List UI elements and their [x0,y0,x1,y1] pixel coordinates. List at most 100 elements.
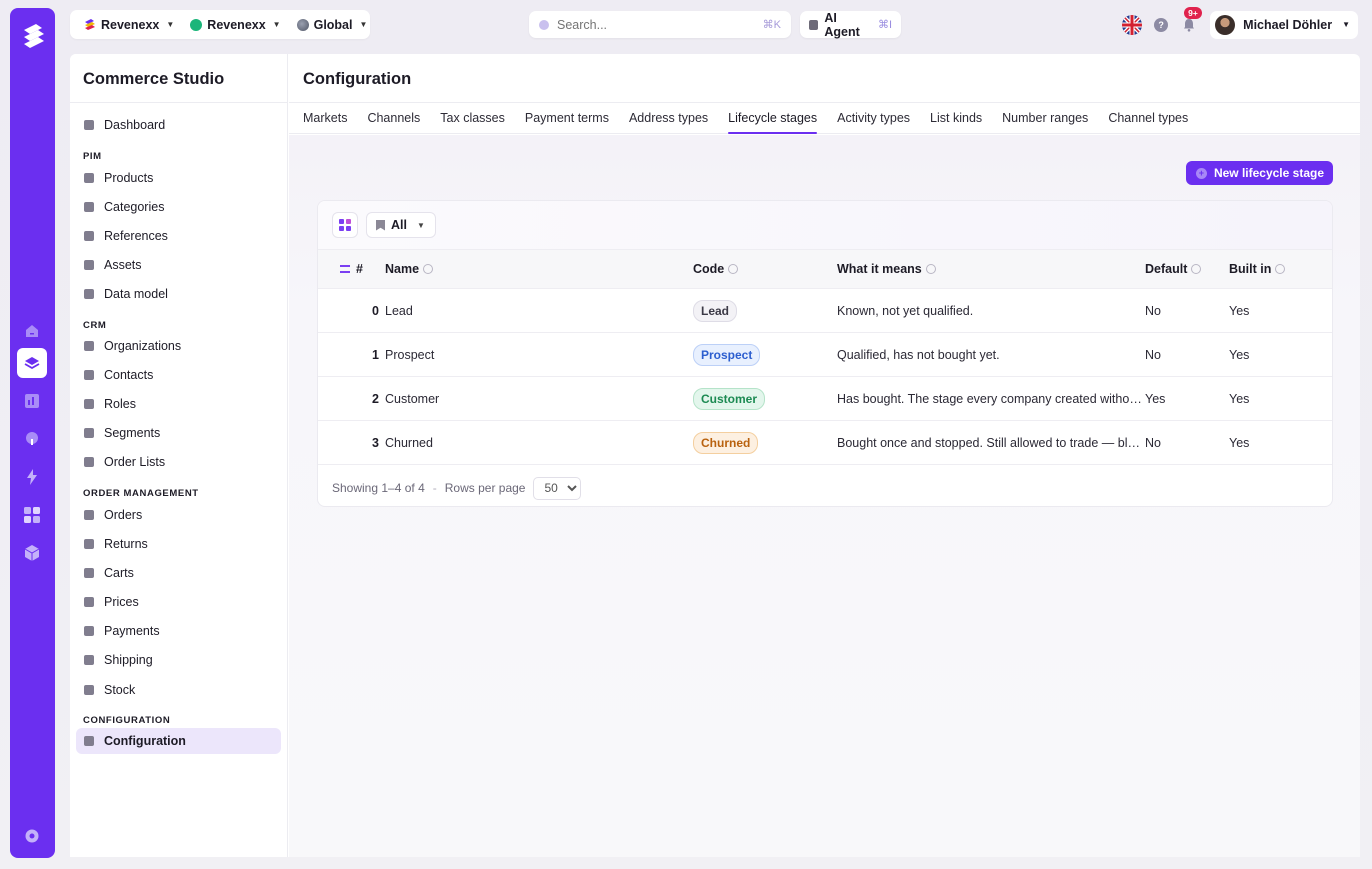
row-number: 0 [372,303,379,318]
table-row[interactable]: 0 Lead Lead Known, not yet qualified. No… [318,289,1332,333]
sidebar-item-dashboard[interactable]: Dashboard [76,112,281,138]
region-select[interactable]: Global ▼ [291,18,374,32]
row-name: Churned [385,435,433,450]
tab-payment-terms[interactable]: Payment terms [525,103,609,134]
sidebar-item-segments[interactable]: Segments [76,420,281,446]
uk-flag-icon[interactable] [1122,14,1143,35]
search-input[interactable] [557,17,763,32]
column-code[interactable]: Code [693,250,837,289]
cube-icon [84,173,94,183]
globe-icon [296,18,309,31]
view-toggle-button[interactable] [332,212,358,238]
revenexx-logo-icon[interactable] [18,22,48,52]
cube-icon[interactable] [17,538,47,568]
info-icon[interactable] [1275,264,1286,274]
rows-per-page-select[interactable]: 50 [533,476,582,500]
sidebar-item-order-lists[interactable]: Order Lists [76,449,281,475]
tenant-select[interactable]: Revenexx ▼ [78,18,180,32]
sidebar-item-data-model[interactable]: Data model [76,281,281,307]
section-order-management: ORDER MANAGEMENT [83,488,199,499]
column-number[interactable]: # [318,250,385,289]
image-icon [84,260,94,270]
tab-lifecycle-stages[interactable]: Lifecycle stages [728,103,817,134]
saved-view-filter[interactable]: All ▼ [366,212,436,238]
tab-channel-types[interactable]: Channel types [1108,103,1188,134]
tab-channels[interactable]: Channels [367,103,420,134]
column-built-in[interactable]: Built in [1229,250,1332,289]
brand-label: Revenexx [207,17,266,32]
tab-number-ranges[interactable]: Number ranges [1002,103,1088,134]
search-icon [539,19,549,30]
row-code: Customer [693,377,837,421]
sidebar-item-label: References [104,229,168,243]
gear-icon[interactable] [17,821,47,851]
sidebar-item-label: Products [104,171,154,185]
code-badge: Customer [693,387,766,410]
row-default: No [1145,347,1161,362]
row-code: Lead [693,289,837,333]
sidebar-item-stock[interactable]: Stock [76,677,281,703]
info-icon[interactable] [925,264,936,274]
sidebar-item-assets[interactable]: Assets [76,252,281,278]
sidebar-item-returns[interactable]: Returns [76,531,281,557]
brand-select[interactable]: Revenexx ▼ [184,18,286,32]
stock-icon [84,685,94,695]
sidebar-title: Commerce Studio [70,54,287,103]
sidebar-item-shipping[interactable]: Shipping [76,647,281,673]
sidebar-item-payments[interactable]: Payments [76,618,281,644]
truck-icon [84,655,94,665]
sidebar-item-organizations[interactable]: Organizations [76,333,281,359]
apps-icon[interactable] [17,500,47,530]
info-icon[interactable] [1191,264,1202,274]
column-label: Built in [1229,262,1272,276]
row-meaning: Bought once and stopped. Still allowed t… [837,435,1145,450]
chart-icon[interactable] [17,386,47,416]
row-number: 1 [372,347,379,362]
column-default[interactable]: Default [1145,250,1229,289]
tab-list-kinds[interactable]: List kinds [930,103,982,134]
info-icon[interactable] [423,264,434,274]
sidebar-item-label: Carts [104,566,134,580]
sidebar-item-label: Configuration [104,734,186,748]
page-title: Configuration [289,54,1360,103]
sidebar-item-prices[interactable]: Prices [76,589,281,615]
chevron-down-icon: ▼ [416,220,425,230]
config-tabs: Markets Channels Tax classes Payment ter… [289,103,1360,134]
global-search[interactable]: ⌘K [529,11,791,38]
app-rail [10,8,55,858]
table-row[interactable]: 3 Churned Churned Bought once and stoppe… [318,421,1332,465]
topbar-actions: ? 9+ Michael Döhler ▼ [1122,6,1358,39]
sidebar-item-references[interactable]: References [76,223,281,249]
tab-tax-classes[interactable]: Tax classes [440,103,505,134]
bulb-icon[interactable] [17,424,47,454]
tab-markets[interactable]: Markets [303,103,347,134]
bell-icon [1184,18,1195,32]
notifications-button[interactable]: 9+ [1180,6,1202,34]
sidebar-item-orders[interactable]: Orders [76,502,281,528]
bolt-icon[interactable] [17,462,47,492]
sidebar-item-categories[interactable]: Categories [76,194,281,220]
sidebar-item-products[interactable]: Products [76,165,281,191]
info-icon[interactable] [728,264,739,274]
ai-agent-button[interactable]: AI Agent ⌘I [800,11,901,39]
plus-icon: + [1195,167,1207,179]
table-row[interactable]: 2 Customer Customer Has bought. The stag… [318,377,1332,421]
table-row[interactable]: 1 Prospect Prospect Qualified, has not b… [318,333,1332,377]
chevron-down-icon: ▼ [166,20,175,29]
row-name: Prospect [385,347,435,362]
sidebar-item-configuration[interactable]: Configuration [76,728,281,754]
sidebar-item-contacts[interactable]: Contacts [76,362,281,388]
user-menu[interactable]: Michael Döhler ▼ [1210,10,1358,39]
sidebar-item-carts[interactable]: Carts [76,560,281,586]
tab-address-types[interactable]: Address types [629,103,708,134]
column-name[interactable]: Name [385,250,693,289]
sidebar-item-roles[interactable]: Roles [76,391,281,417]
tab-activity-types[interactable]: Activity types [837,103,910,134]
new-lifecycle-stage-button[interactable]: + New lifecycle stage [1185,161,1333,185]
column-meaning[interactable]: What it means [837,250,1145,289]
help-icon[interactable]: ? [1154,17,1169,32]
sort-icon[interactable] [340,265,350,273]
code-badge: Churned [693,431,759,454]
layers-icon[interactable] [17,348,47,378]
home-icon[interactable] [17,316,47,346]
